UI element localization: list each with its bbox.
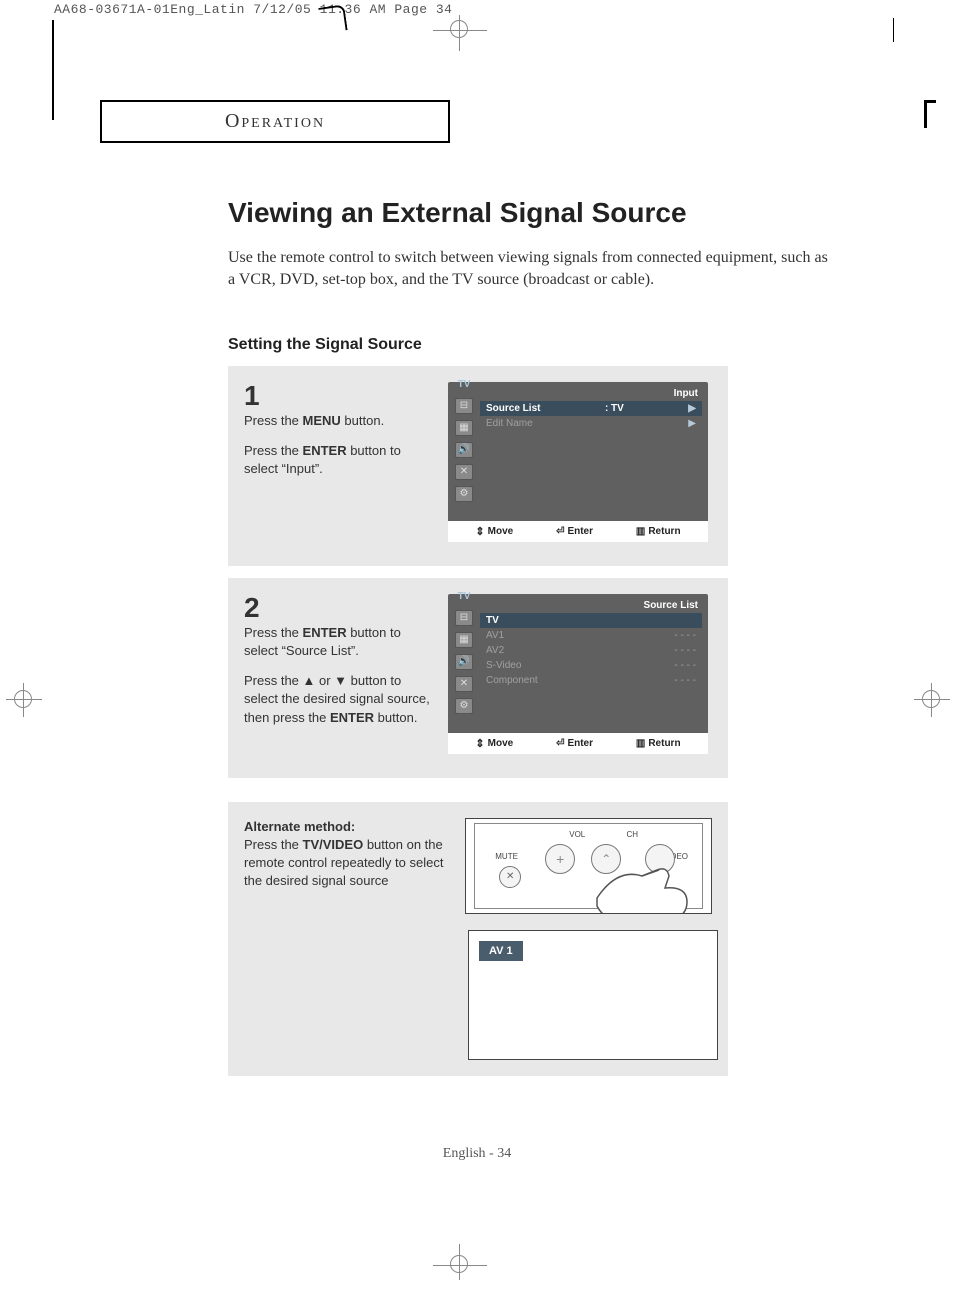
registration-mark-bottom bbox=[450, 1255, 468, 1273]
trim-mark bbox=[893, 18, 894, 42]
osd-row-value: - - - - bbox=[674, 660, 696, 671]
alternate-method-block: Alternate method: Press the TV/VIDEO but… bbox=[228, 802, 728, 1076]
osd-row-tv[interactable]: TV bbox=[480, 613, 702, 628]
osd-row-label: S-Video bbox=[486, 660, 521, 671]
remote-label-mute: MUTE bbox=[495, 852, 518, 861]
osd-footer: Move Enter Return bbox=[448, 733, 708, 754]
osd-menu-list: TV AV1 - - - - AV2 - - - - S-Video - - -… bbox=[476, 613, 708, 733]
page-footer: English - 34 bbox=[0, 1146, 954, 1162]
page-title: Viewing an External Signal Source bbox=[228, 197, 860, 229]
osd-row-value: : TV bbox=[605, 403, 624, 414]
registration-mark-right bbox=[922, 690, 940, 708]
intro-paragraph: Use the remote control to switch between… bbox=[228, 247, 828, 292]
osd-row-label: Source List bbox=[486, 403, 540, 414]
osd-row-label: AV1 bbox=[486, 630, 504, 641]
osd-tv-label: TV bbox=[458, 591, 471, 602]
source-indicator-badge: AV 1 bbox=[479, 941, 523, 961]
osd-icon-column: TV ⊟ ▦ 🔊 ✕ ⚙ bbox=[448, 613, 476, 733]
crop-corner bbox=[318, 4, 347, 33]
osd-row-svideo[interactable]: S-Video - - - - bbox=[480, 658, 702, 673]
step-1-number: 1 bbox=[244, 382, 434, 410]
osd-row-label: AV2 bbox=[486, 645, 504, 656]
step-2-line-2: Press the ▲ or ▼ button to select the de… bbox=[244, 672, 434, 727]
osd-row-label: Component bbox=[486, 675, 538, 686]
osd-row-label: TV bbox=[486, 615, 499, 626]
osd-row-value: - - - - bbox=[674, 630, 696, 641]
osd-row-source-list[interactable]: Source List : TV ▶ bbox=[480, 401, 702, 416]
section-tab: Operation bbox=[100, 100, 450, 143]
step-1-line-2: Press the ENTER button to select “Input”… bbox=[244, 442, 434, 478]
trim-mark bbox=[52, 20, 54, 120]
osd-row-value: - - - - bbox=[674, 645, 696, 656]
registration-mark-top bbox=[450, 20, 468, 38]
alternate-body: Press the TV/VIDEO button on the remote … bbox=[244, 837, 443, 888]
print-slug: AA68-03671A-01Eng_Latin 7/12/05 11:36 AM… bbox=[54, 2, 452, 17]
setup-icon: ⚙ bbox=[455, 698, 473, 714]
arrow-right-icon: ▶ bbox=[688, 418, 696, 429]
osd-menu-list: Source List : TV ▶ Edit Name ▶ bbox=[476, 401, 708, 521]
osd-row-av2[interactable]: AV2 - - - - bbox=[480, 643, 702, 658]
arrow-right-icon: ▶ bbox=[688, 403, 696, 414]
osd-row-component[interactable]: Component - - - - bbox=[480, 673, 702, 688]
input-icon: ⊟ bbox=[455, 398, 473, 414]
trim-mark bbox=[924, 100, 936, 128]
osd-icon-column: TV ⊟ ▦ 🔊 ✕ ⚙ bbox=[448, 401, 476, 521]
move-hint: Move bbox=[475, 737, 513, 750]
alternate-heading: Alternate method: bbox=[244, 819, 355, 834]
picture-icon: ▦ bbox=[455, 420, 473, 436]
step-1-block: 1 Press the MENU button. Press the ENTER… bbox=[228, 366, 728, 566]
sound-icon: 🔊 bbox=[455, 442, 473, 458]
osd-title: Source List bbox=[448, 594, 708, 613]
tv-screen-indicator: AV 1 bbox=[468, 930, 718, 1060]
remote-label-ch: CH bbox=[626, 830, 638, 839]
picture-icon: ▦ bbox=[455, 632, 473, 648]
mute-button-icon bbox=[499, 866, 521, 888]
page-content: Operation Viewing an External Signal Sou… bbox=[100, 100, 860, 1076]
osd-row-av1[interactable]: AV1 - - - - bbox=[480, 628, 702, 643]
move-hint: Move bbox=[475, 525, 513, 538]
osd-row-value: - - - - bbox=[674, 675, 696, 686]
osd-tv-label: TV bbox=[458, 379, 471, 390]
sub-heading: Setting the Signal Source bbox=[228, 336, 860, 354]
step-2-text: 2 Press the ENTER button to select “Sour… bbox=[244, 594, 434, 754]
sound-icon: 🔊 bbox=[455, 654, 473, 670]
step-2-line-1: Press the ENTER button to select “Source… bbox=[244, 624, 434, 660]
step-1-text: 1 Press the MENU button. Press the ENTER… bbox=[244, 382, 434, 542]
osd-title: Input bbox=[448, 382, 708, 401]
channel-icon: ✕ bbox=[455, 464, 473, 480]
input-icon: ⊟ bbox=[455, 610, 473, 626]
return-hint: Return bbox=[636, 737, 681, 750]
registration-mark-left bbox=[14, 690, 32, 708]
step-1-line-1: Press the MENU button. bbox=[244, 412, 434, 430]
osd-input-menu: Input TV ⊟ ▦ 🔊 ✕ ⚙ Source List : TV ▶ bbox=[448, 382, 708, 542]
channel-icon: ✕ bbox=[455, 676, 473, 692]
vol-button-icon bbox=[545, 844, 575, 874]
hand-pointing-icon bbox=[587, 858, 707, 914]
remote-illustration: VOL CH MUTE TV/VIDEO bbox=[465, 818, 712, 914]
alternate-text: Alternate method: Press the TV/VIDEO but… bbox=[244, 818, 451, 914]
osd-row-label: Edit Name bbox=[486, 418, 533, 429]
return-hint: Return bbox=[636, 525, 681, 538]
remote-label-vol: VOL bbox=[569, 830, 585, 839]
osd-source-list: Source List TV ⊟ ▦ 🔊 ✕ ⚙ TV AV1 bbox=[448, 594, 708, 754]
step-2-number: 2 bbox=[244, 594, 434, 622]
osd-row-edit-name[interactable]: Edit Name ▶ bbox=[480, 416, 702, 431]
enter-hint: Enter bbox=[556, 525, 593, 538]
osd-footer: Move Enter Return bbox=[448, 521, 708, 542]
setup-icon: ⚙ bbox=[455, 486, 473, 502]
step-2-block: 2 Press the ENTER button to select “Sour… bbox=[228, 578, 728, 778]
enter-hint: Enter bbox=[556, 737, 593, 750]
